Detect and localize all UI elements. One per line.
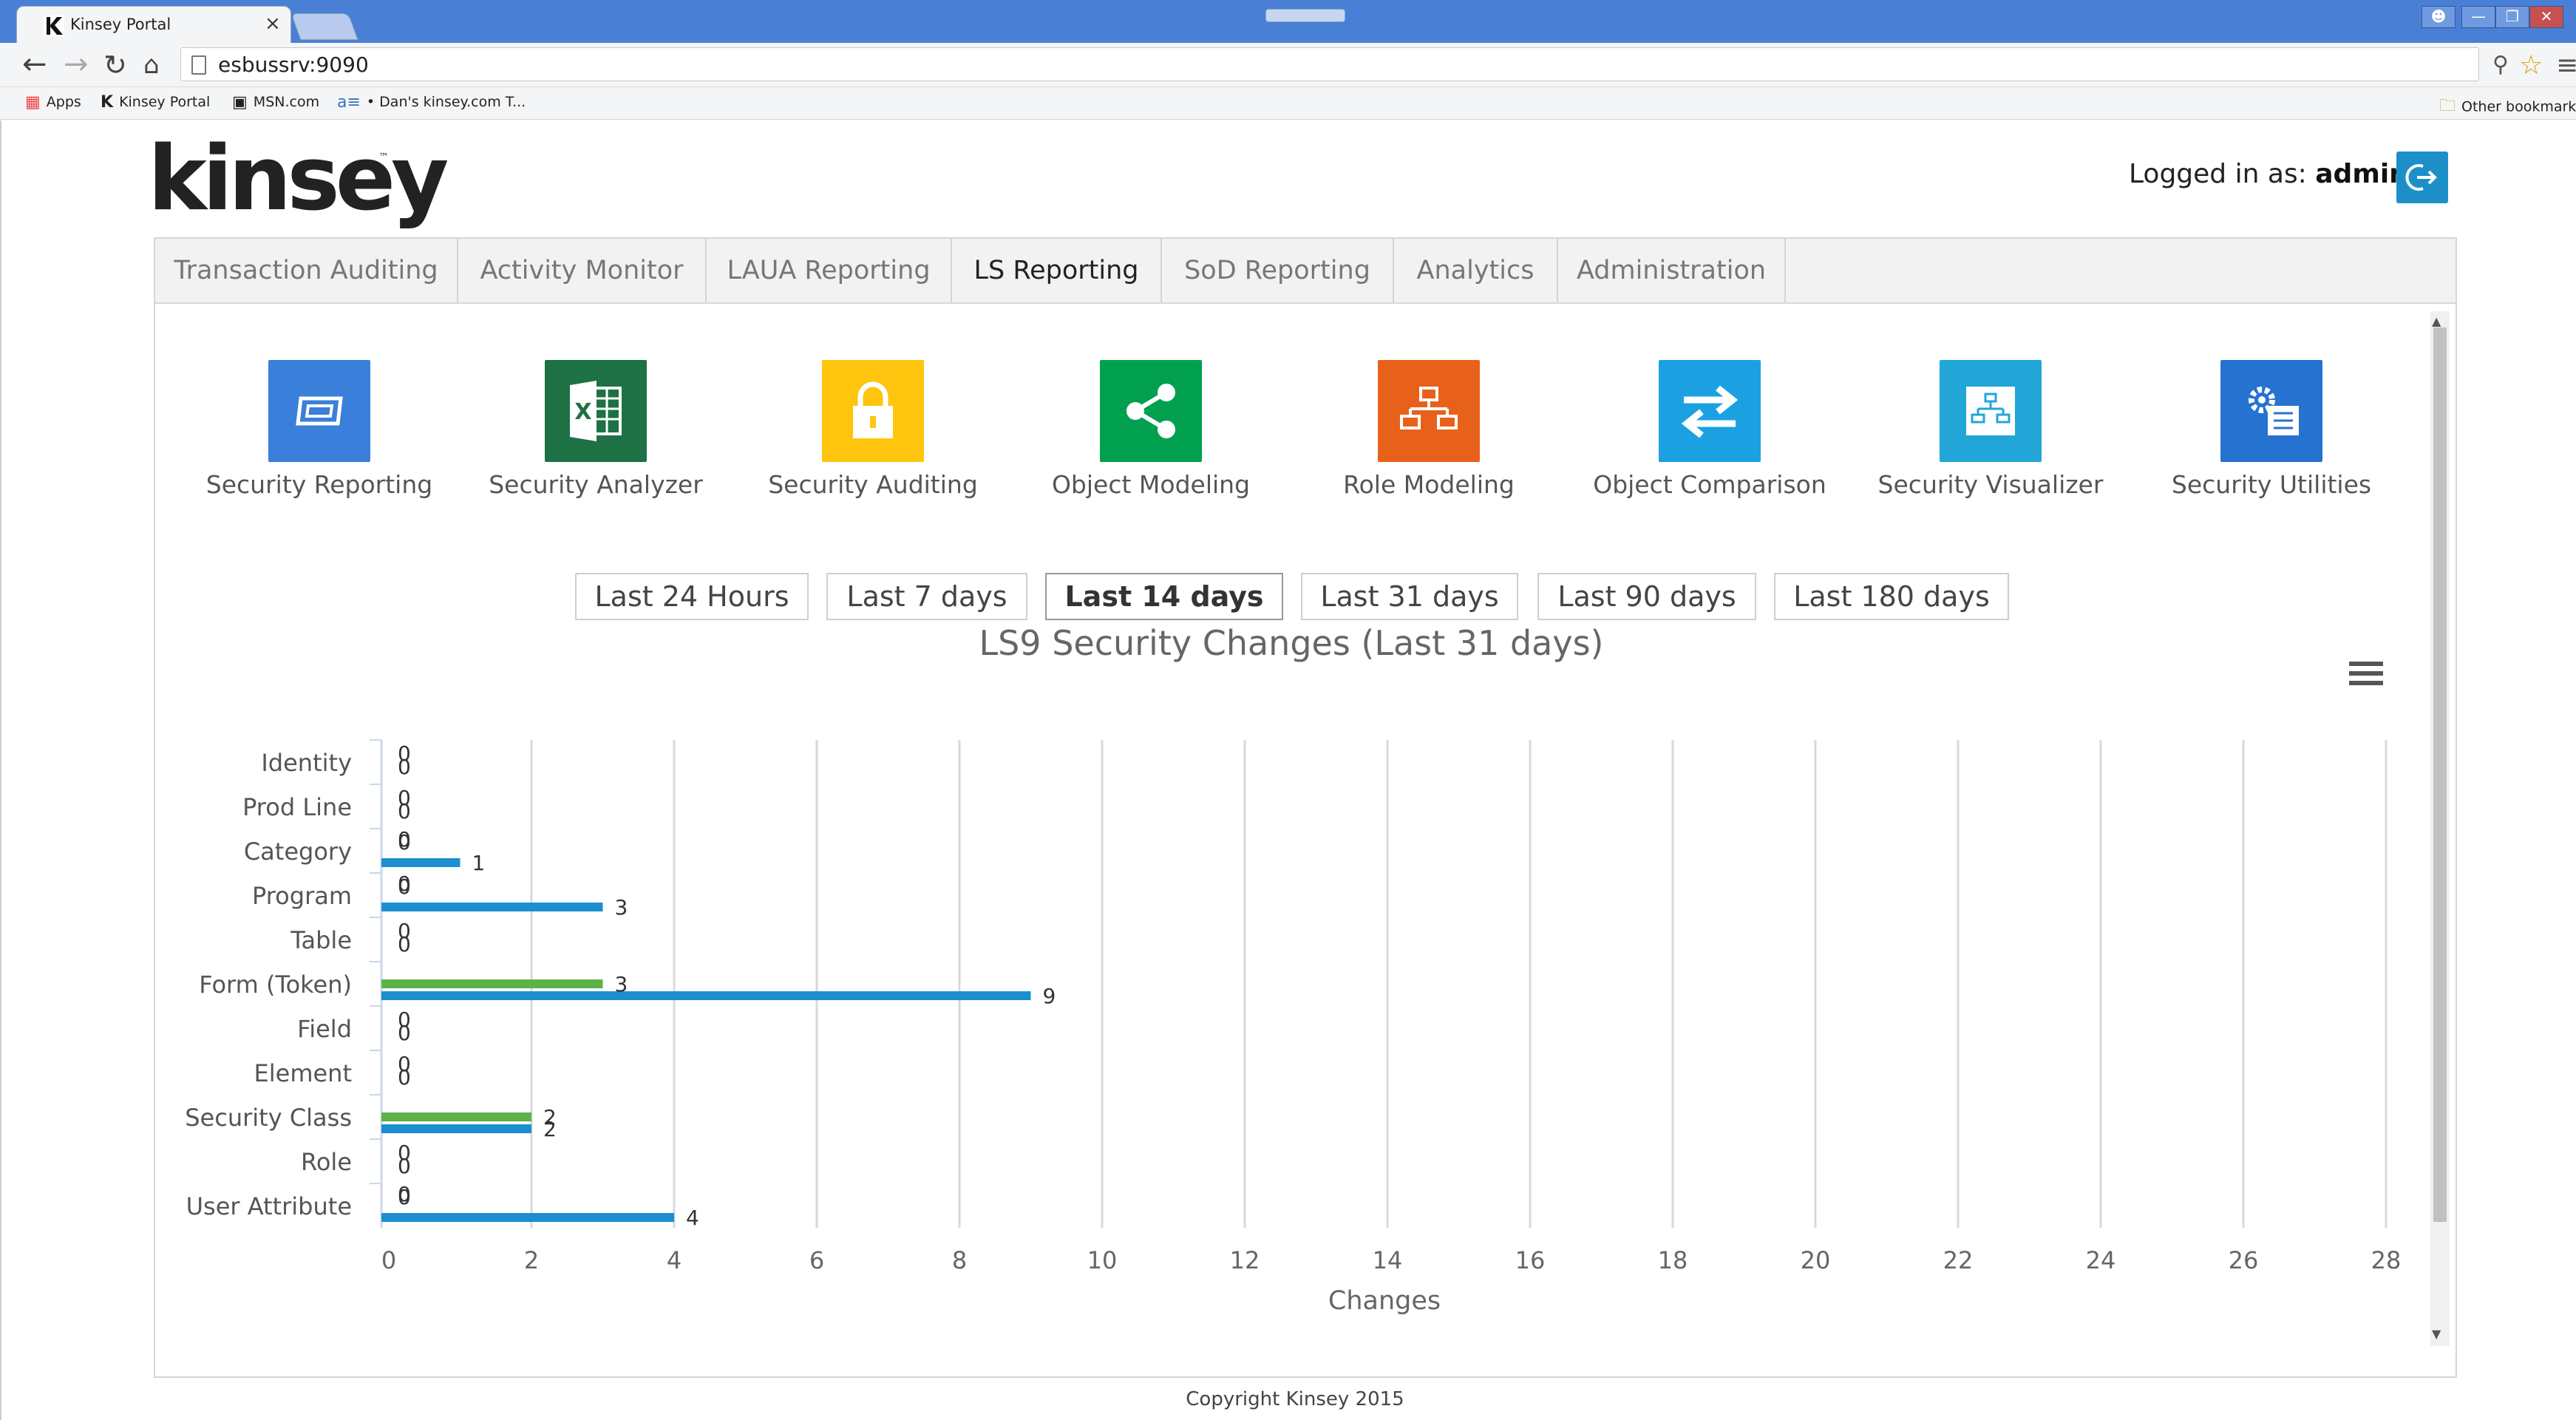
page-icon [191,55,206,75]
data-label: 0 [398,1182,411,1206]
x-tick-label: 4 [667,1246,682,1274]
category-label: User Attribute [186,1192,352,1220]
page-icon: a≡ [337,93,361,112]
data-label: 9 [1043,984,1056,1008]
x-tick-label: 18 [1658,1246,1688,1274]
x-tick-label: 8 [952,1246,967,1274]
data-label: 0 [398,1154,411,1178]
category-label: Table [290,926,352,954]
browser-toolbar: ← → ↻ ⌂ esbussrv:9090 ⚲ ☆ ≡ [0,43,2576,87]
data-label: 0 [398,755,411,779]
category-label: Prod Line [242,793,352,821]
reload-icon[interactable]: ↻ [103,49,127,81]
x-tick-label: 14 [1373,1246,1403,1274]
zoom-icon[interactable]: ⚲ [2492,52,2509,78]
scrollbar-thumb[interactable] [2433,327,2447,1222]
x-tick-label: 6 [809,1246,824,1274]
folder-icon: 🗀 [2439,97,2456,115]
data-label: 0 [398,827,411,852]
bar[interactable] [381,1112,531,1121]
bookmark-star-icon[interactable]: ☆ [2519,50,2543,81]
x-tick-label: 26 [2229,1246,2259,1274]
x-tick-label: 16 [1515,1246,1546,1274]
msn-icon: ▣ [232,93,248,112]
bar[interactable] [381,991,1031,1000]
x-tick-label: 28 [2371,1246,2402,1274]
data-label: 0 [398,932,411,957]
kinsey-favicon-icon: K [101,93,114,112]
minimize-icon[interactable]: — [2461,6,2495,28]
tab-title: Kinsey Portal [70,16,171,33]
data-label: 0 [398,1065,411,1090]
copyright-footer: Copyright Kinsey 2015 [1186,1388,1404,1410]
apps-grid-icon: ▦ [25,93,41,112]
category-label: Role [301,1148,352,1176]
category-label: Identity [261,749,352,777]
tab-close-icon[interactable]: × [265,13,281,35]
address-bar[interactable]: esbussrv:9090 [180,47,2479,81]
browser-titlebar: Kinsey Portal × ☻ — ❐ ✕ [0,0,2576,43]
x-tick-label: 12 [1230,1246,1260,1274]
data-label: 0 [398,1021,411,1045]
category-label: Element [254,1059,352,1087]
x-tick-label: 10 [1087,1246,1118,1274]
browser-tab-kinsey-portal[interactable]: Kinsey Portal × [16,6,291,43]
back-arrow-icon[interactable]: ← [22,47,47,81]
bookmark-dans-kinsey[interactable]: a≡ • Dan's kinsey.com T... [337,93,526,112]
forward-arrow-icon[interactable]: → [64,47,89,81]
new-tab-button[interactable] [290,13,358,40]
kinsey-favicon-icon [44,16,64,36]
data-label: 3 [615,895,628,920]
other-bookmarks[interactable]: 🗀 Other bookmarks [2439,93,2576,121]
category-label: Program [252,882,352,910]
category-label: Form (Token) [199,971,352,999]
bar[interactable] [381,1213,674,1222]
x-tick-label: 22 [1943,1246,1974,1274]
bookmark-apps[interactable]: ▦ Apps [25,93,81,112]
x-tick-label: 0 [381,1246,396,1274]
data-label: 1 [472,851,486,875]
url-text: esbussrv:9090 [218,52,369,77]
bar[interactable] [381,1124,531,1133]
bookmarks-bar: ▦ Apps K Kinsey Portal ▣ MSN.com a≡ • Dan's … [0,87,2576,120]
data-label: 0 [398,799,411,823]
x-tick-label: 20 [1801,1246,1831,1274]
data-label: 2 [543,1117,557,1141]
x-axis-title: Changes [1328,1286,1441,1316]
category-label: Field [297,1015,352,1043]
profile-icon[interactable]: ☻ [2422,6,2456,28]
page-content: kinsey ™ Logged in as: admin Transaction… [0,120,2576,1420]
restore-icon[interactable]: ❐ [2495,6,2529,28]
menu-icon[interactable]: ≡ [2556,50,2576,81]
scroll-up-arrow-icon[interactable]: ▲ [2432,314,2441,328]
bookmark-kinsey-portal[interactable]: K Kinsey Portal [101,93,210,112]
x-tick-label: 24 [2086,1246,2116,1274]
window-drag-handle[interactable] [1265,9,1345,22]
bar-chart: 0 2 4 6 8 10 12 14 16 18 20 22 24 26 28ChangesIdentity… [185,739,2402,1316]
close-window-icon[interactable]: ✕ [2529,6,2563,28]
data-label: 3 [615,972,628,996]
category-label: Category [244,838,352,866]
bar[interactable] [381,979,603,988]
x-tick-label: 2 [524,1246,539,1274]
home-icon[interactable]: ⌂ [143,50,160,80]
bar[interactable] [381,858,461,867]
data-label: 4 [686,1206,699,1230]
scroll-down-arrow-icon[interactable]: ▼ [2432,1327,2441,1341]
bar[interactable] [381,903,603,911]
category-label: Security Class [185,1104,352,1132]
data-label: 0 [398,872,411,896]
bookmark-msn[interactable]: ▣ MSN.com [232,93,319,112]
